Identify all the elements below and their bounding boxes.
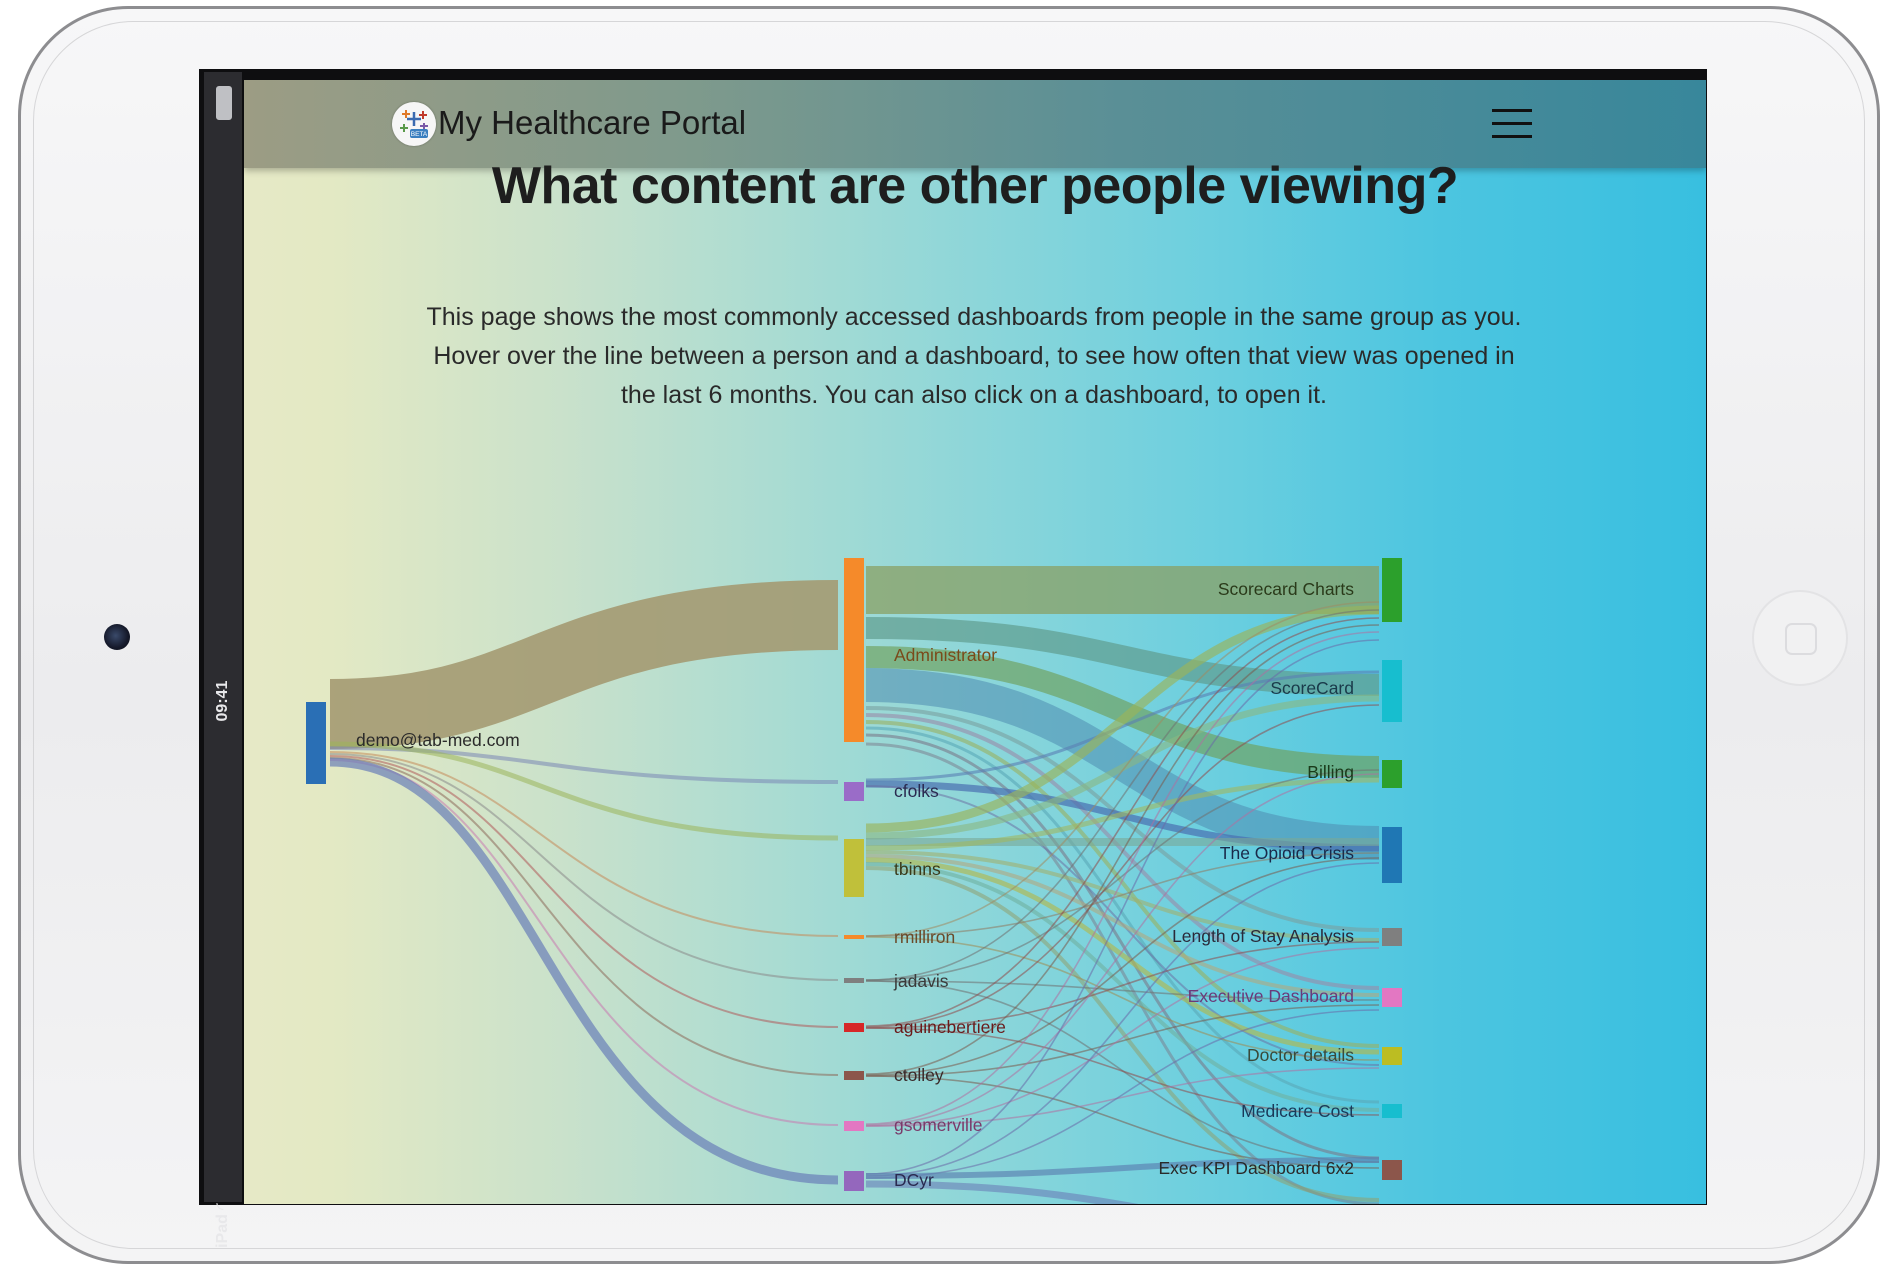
app-screen: demo@tab-med.com Administrator cfolks tb…	[244, 80, 1706, 1204]
dashboard-node-doctor-details[interactable]: Doctor details	[1247, 1045, 1402, 1065]
link-demo-administrator[interactable]	[329, 580, 839, 749]
svg-text:Exec KPI Dashboard 6x2: Exec KPI Dashboard 6x2	[1158, 1158, 1354, 1178]
link-demo-ctolley[interactable]	[329, 757, 839, 1076]
svg-text:ctolley: ctolley	[894, 1065, 944, 1085]
home-button[interactable]	[1752, 590, 1848, 686]
brand-title[interactable]: My Healthcare Portal	[438, 104, 746, 142]
svg-text:cfolks: cfolks	[894, 781, 939, 801]
svg-text:Billing: Billing	[1307, 762, 1354, 782]
svg-text:Scorecard Charts: Scorecard Charts	[1218, 579, 1354, 599]
svg-text:Executive Dashboard: Executive Dashboard	[1188, 986, 1354, 1006]
user-node-jadavis[interactable]: jadavis	[844, 971, 949, 991]
ios-status-bar: 09:41 ◜ iPad	[204, 72, 242, 1248]
portal-logo-icon[interactable]: BETA	[392, 102, 436, 146]
user-node-ctolley[interactable]: ctolley	[844, 1065, 944, 1085]
svg-text:BETA: BETA	[411, 131, 428, 138]
page-description: This page shows the most commonly access…	[426, 303, 1522, 409]
svg-text:The Opioid Crisis: The Opioid Crisis	[1220, 843, 1354, 863]
svg-text:tbinns: tbinns	[894, 859, 941, 879]
svg-text:gsomerville: gsomerville	[894, 1115, 983, 1135]
tableau-plus-icon: BETA	[400, 110, 428, 138]
svg-text:Length of Stay Analysis: Length of Stay Analysis	[1172, 926, 1354, 946]
page-title: What content are other people viewing?	[491, 157, 1459, 215]
links-source-to-users	[329, 580, 839, 1185]
sankey-chart: demo@tab-med.com Administrator cfolks tb…	[306, 558, 1402, 1204]
svg-text:aguinebertiere: aguinebertiere	[894, 1017, 1006, 1037]
link-demo-tbinns[interactable]	[329, 741, 839, 841]
link-demo-dcyr[interactable]	[329, 757, 839, 1185]
svg-text:Medicare Cost: Medicare Cost	[1241, 1101, 1354, 1121]
svg-text:DCyr: DCyr	[894, 1170, 934, 1190]
source-label: demo@tab-med.com	[356, 730, 520, 750]
svg-text:Administrator: Administrator	[894, 645, 997, 665]
camera-icon	[104, 624, 130, 650]
link-demo-gsomerville[interactable]	[329, 759, 839, 1126]
dashboard-node-scorecard[interactable]: ScoreCard	[1270, 660, 1402, 722]
svg-text:jadavis: jadavis	[893, 971, 949, 991]
svg-text:rmilliron: rmilliron	[894, 927, 955, 947]
top-navbar: BETA My Healthcare Portal	[244, 80, 1706, 168]
user-node-gsomerville[interactable]: gsomerville	[844, 1115, 983, 1135]
status-time: 09:41	[214, 680, 231, 722]
hamburger-menu-icon[interactable]	[1492, 107, 1536, 143]
battery-icon	[216, 86, 232, 120]
svg-text:ScoreCard: ScoreCard	[1270, 678, 1354, 698]
carrier-label: iPad	[214, 1214, 231, 1248]
home-square-icon	[1785, 623, 1817, 655]
user-node-rmilliron[interactable]: rmilliron	[844, 927, 955, 947]
svg-text:Doctor details: Doctor details	[1247, 1045, 1354, 1065]
